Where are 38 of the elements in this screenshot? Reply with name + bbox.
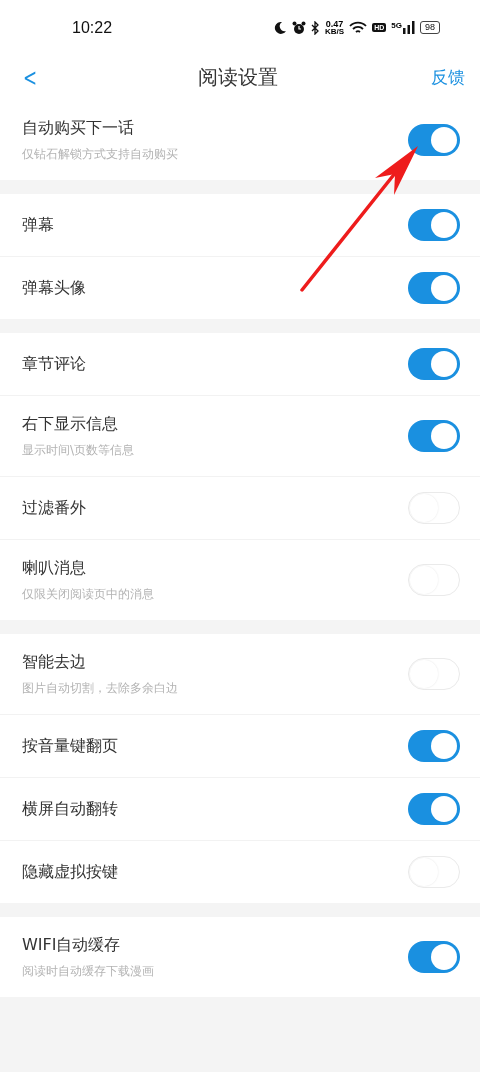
signal-icon: [403, 21, 415, 34]
battery-indicator: 98: [420, 21, 440, 34]
back-button[interactable]: <: [20, 63, 40, 92]
toggle-switch[interactable]: [408, 941, 460, 973]
setting-hint: 仅限关闭阅读页中的消息: [22, 585, 154, 603]
setting-label: 隐藏虚拟按键: [22, 861, 118, 883]
toggle-switch[interactable]: [408, 730, 460, 762]
toggle-switch[interactable]: [408, 209, 460, 241]
toggle-switch[interactable]: [408, 420, 460, 452]
setting-label: 过滤番外: [22, 497, 86, 519]
wifi-icon: [349, 20, 368, 35]
setting-label: 智能去边: [22, 651, 87, 673]
net-speed: 0.47: [325, 19, 344, 28]
bluetooth-icon: [311, 20, 321, 35]
toggle-switch[interactable]: [408, 348, 460, 380]
setting-label: 章节评论: [22, 353, 86, 375]
setting-label: 按音量键翻页: [22, 735, 118, 757]
setting-label: 弹幕: [22, 214, 54, 236]
moon-icon: [273, 20, 288, 35]
network-type: 5G: [391, 21, 402, 30]
feedback-link[interactable]: 反馈: [431, 66, 465, 89]
toggle-switch[interactable]: [408, 272, 460, 304]
setting-label: 自动购买下一话: [22, 117, 135, 139]
setting-label: 右下显示信息: [22, 413, 119, 435]
toggle-switch[interactable]: [408, 793, 460, 825]
setting-hint: 图片自动切割，去除多余白边: [22, 679, 178, 697]
setting-label: 弹幕头像: [22, 277, 86, 299]
alarm-clock-icon: [292, 20, 307, 35]
setting-hint: 阅读时自动缓存下载漫画: [22, 962, 154, 980]
setting-label: 横屏自动翻转: [22, 798, 118, 820]
toggle-switch[interactable]: [408, 124, 460, 156]
net-speed-unit: KB/S: [325, 27, 345, 36]
setting-label: WIFI自动缓存: [22, 934, 122, 956]
setting-hint: 显示时间\页数等信息: [22, 441, 135, 459]
setting-hint: 仅钻石解锁方式支持自动购买: [22, 145, 178, 163]
page-title: 阅读设置: [197, 64, 278, 91]
setting-label: 喇叭消息: [22, 557, 87, 579]
status-time: 10:22: [72, 18, 113, 37]
